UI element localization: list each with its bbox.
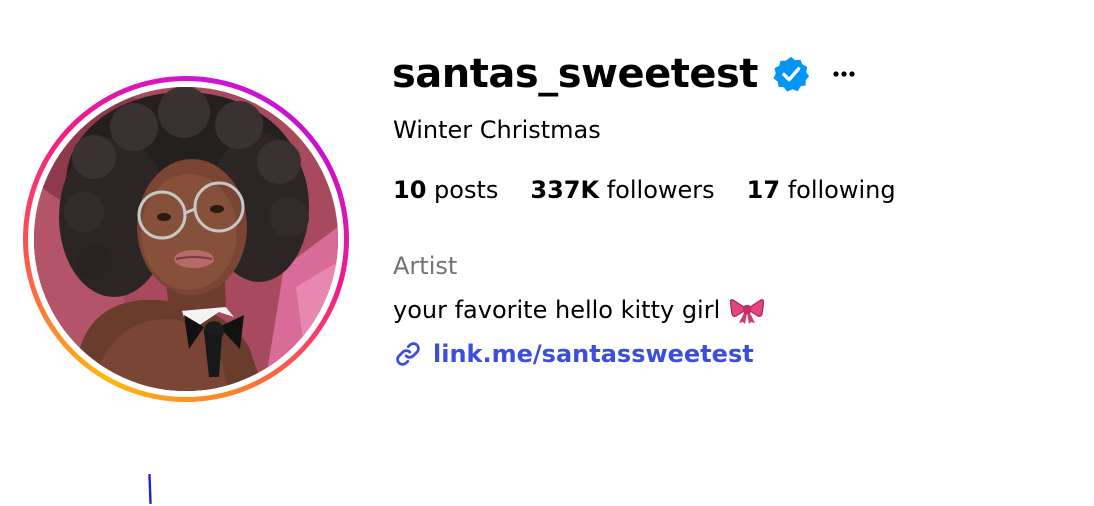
stat-posts-label: posts	[434, 176, 499, 204]
profile-avatar[interactable]	[23, 76, 349, 402]
profile-header: santas_sweetest Winter Christmas 10 post…	[0, 0, 1094, 506]
username-row: santas_sweetest	[392, 46, 858, 102]
avatar-photo	[34, 87, 338, 391]
username: santas_sweetest	[392, 51, 758, 97]
more-options-icon[interactable]	[830, 60, 858, 88]
avatar-illustration	[34, 87, 338, 391]
profile-category: Artist	[393, 252, 458, 280]
bio-text: your favorite hello kitty girl	[393, 296, 721, 324]
profile-link[interactable]: link.me/santassweetest	[393, 338, 754, 370]
stat-followers[interactable]: 337K followers	[530, 174, 714, 206]
stat-posts[interactable]: 10 posts	[393, 174, 498, 206]
link-icon	[393, 339, 423, 369]
display-name: Winter Christmas	[393, 116, 601, 144]
stat-followers-label: followers	[606, 176, 715, 204]
profile-bio: your favorite hello kitty girl	[393, 294, 765, 326]
stat-posts-count: 10	[393, 176, 427, 204]
profile-stats: 10 posts 337K followers 17 following	[393, 174, 928, 206]
stat-following-count: 17	[746, 176, 781, 204]
stat-following-label: following	[787, 176, 896, 204]
verified-badge-icon	[772, 55, 810, 93]
ribbon-bow-icon	[730, 296, 765, 324]
stat-following[interactable]: 17 following	[747, 174, 896, 206]
text-cursor-mark	[148, 474, 152, 504]
stat-followers-count: 337K	[530, 176, 600, 204]
link-text: link.me/santassweetest	[433, 340, 754, 368]
